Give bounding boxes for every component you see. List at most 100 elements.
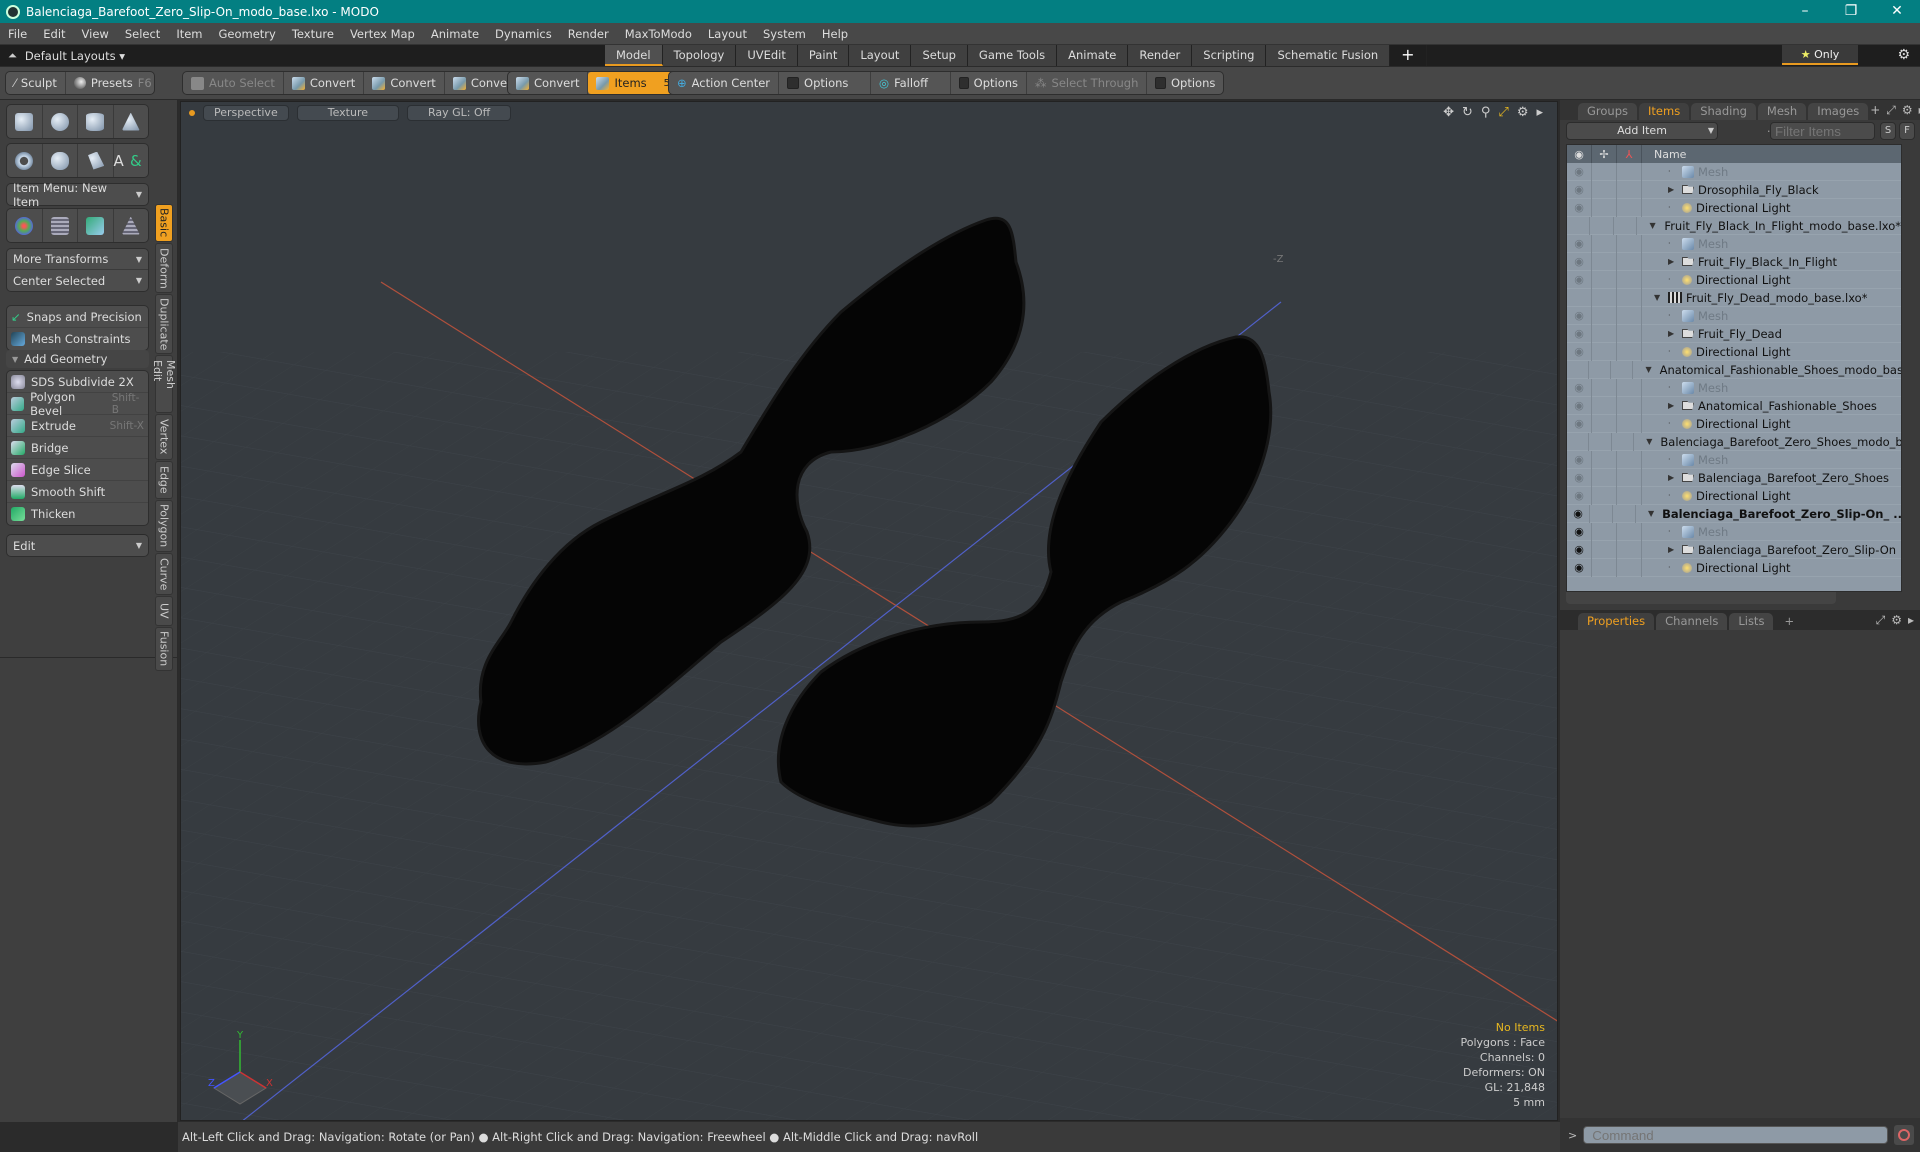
action-center-options-button[interactable]: Options: [779, 72, 872, 94]
bend-button[interactable]: [43, 209, 78, 242]
falloff-options-button[interactable]: Options: [951, 72, 1028, 94]
polygon-bevel-button[interactable]: Polygon Bevel Shift-B: [7, 390, 148, 418]
tab-items[interactable]: Items: [1639, 103, 1690, 120]
add-item-button[interactable]: Add Item: [1566, 122, 1718, 140]
menu-geometry[interactable]: Geometry: [211, 27, 284, 41]
panel-gear-icon[interactable]: ⚙: [1902, 103, 1913, 118]
visibility-eye-icon[interactable]: ◉: [1574, 255, 1584, 268]
visibility-eye-icon[interactable]: ◉: [1574, 201, 1584, 214]
taper-button[interactable]: [114, 209, 149, 242]
falloff-button[interactable]: ◎ Falloff: [871, 72, 952, 94]
vtab-edge[interactable]: Edge: [155, 461, 173, 499]
tree-row[interactable]: ◉ ▶ Fruit_Fly_Black_In_Flight: [1567, 252, 1901, 271]
tree-row[interactable]: ◉ · Mesh: [1567, 234, 1901, 253]
vtab-deform[interactable]: Deform: [155, 243, 173, 293]
texture-cube-button[interactable]: [78, 209, 114, 242]
vtab-uv[interactable]: UV: [155, 596, 173, 626]
menu-animate[interactable]: Animate: [423, 27, 487, 41]
presets-button[interactable]: Presets F6: [66, 72, 160, 94]
tab-render[interactable]: Render: [1128, 45, 1193, 66]
expand-arrow-icon[interactable]: ▶: [1668, 329, 1678, 338]
snaps-precision-button[interactable]: ↙ Snaps and Precision: [7, 306, 148, 328]
menu-help[interactable]: Help: [814, 27, 856, 41]
visibility-eye-icon[interactable]: ◉: [1574, 309, 1584, 322]
tab-shading[interactable]: Shading: [1691, 103, 1756, 120]
tree-row[interactable]: ◉ · Mesh: [1567, 450, 1901, 469]
tree-row[interactable]: ◉ · Directional Light: [1567, 414, 1901, 433]
pan-icon[interactable]: ✥: [1443, 105, 1454, 120]
tab-layout[interactable]: Layout: [849, 45, 912, 66]
menu-view[interactable]: View: [74, 27, 117, 41]
vtab-curve[interactable]: Curve: [155, 553, 173, 595]
expand-arrow-icon[interactable]: ▶: [1668, 257, 1678, 266]
properties-gear-icon[interactable]: ⚙: [1891, 613, 1902, 628]
tree-row[interactable]: ◉ ▶ Drosophila_Fly_Black: [1567, 180, 1901, 199]
tree-row[interactable]: ▼ Fruit_Fly_Dead_modo_base.lxo*: [1567, 288, 1901, 307]
tree-row[interactable]: ◉ ▼ Balenciaga_Barefoot_Zero_Slip-On_ ...: [1567, 504, 1901, 523]
add-item-dropdown-arrow[interactable]: ▼: [1702, 122, 1720, 140]
filter-f-button[interactable]: F: [1899, 122, 1915, 140]
3d-viewport[interactable]: -Z Perspective Texture Ray GL: Off ✥ ↻ ⚲…: [180, 101, 1558, 1121]
vtab-mesh-edit[interactable]: Mesh Edit: [151, 355, 177, 413]
center-selected-dropdown[interactable]: Center Selected ▼: [7, 270, 148, 291]
zoom-icon[interactable]: ⚲: [1481, 105, 1491, 120]
axis-column-icon[interactable]: ⅄: [1617, 145, 1642, 163]
tree-row[interactable]: ▼ Fruit_Fly_Black_In_Flight_modo_base.lxo…: [1567, 216, 1901, 235]
restore-button[interactable]: ❐: [1828, 0, 1874, 23]
tree-row[interactable]: ▼ Balenciaga_Barefoot_Zero_Shoes_modo_b..…: [1567, 432, 1901, 451]
edge-slice-button[interactable]: Edge Slice: [7, 459, 148, 481]
item-menu-dropdown[interactable]: Item Menu: New Item ▼: [7, 181, 148, 209]
default-layouts-dropdown[interactable]: Default Layouts ▾: [25, 49, 125, 63]
vtab-vertex[interactable]: Vertex: [155, 414, 173, 460]
menu-vertex-map[interactable]: Vertex Map: [342, 27, 423, 41]
expand-arrow-icon[interactable]: ▶: [1668, 185, 1678, 194]
menu-texture[interactable]: Texture: [284, 27, 342, 41]
close-button[interactable]: ✕: [1874, 0, 1920, 23]
viewport-status-dot[interactable]: [189, 110, 195, 116]
convert-materials-button[interactable]: Convert: [508, 72, 589, 94]
add-geometry-header[interactable]: ▼ Add Geometry: [6, 350, 149, 368]
properties-menu-arrow-icon[interactable]: ▸: [1908, 613, 1914, 628]
tab-schematic-fusion[interactable]: Schematic Fusion: [1266, 45, 1391, 66]
filter-s-button[interactable]: S: [1880, 122, 1896, 140]
add-tab-icon[interactable]: +: [1870, 103, 1880, 118]
tree-row[interactable]: ◉ · Mesh: [1567, 162, 1901, 181]
visibility-eye-icon[interactable]: ◉: [1574, 345, 1584, 358]
menu-edit[interactable]: Edit: [35, 27, 73, 41]
convert-edges-button[interactable]: Convert: [364, 72, 445, 94]
name-column-header[interactable]: Name: [1642, 145, 1686, 163]
menu-dynamics[interactable]: Dynamics: [487, 27, 560, 41]
visibility-column-icon[interactable]: ◉: [1567, 145, 1592, 163]
tree-row[interactable]: ◉ · Mesh: [1567, 522, 1901, 541]
menu-maxtomodo[interactable]: MaxToModo: [617, 27, 700, 41]
filter-items-input[interactable]: [1770, 122, 1875, 140]
select-through-options-button[interactable]: Options: [1147, 72, 1223, 94]
tab-properties[interactable]: Properties: [1578, 613, 1655, 630]
visibility-eye-icon[interactable]: ◉: [1574, 471, 1584, 484]
edit-dropdown[interactable]: Edit ▼: [7, 535, 148, 556]
expand-arrow-icon[interactable]: ▶: [1668, 473, 1678, 482]
vtab-fusion[interactable]: Fusion: [155, 627, 173, 671]
minimize-button[interactable]: –: [1782, 0, 1828, 23]
sculpt-button[interactable]: ⁄ Sculpt: [6, 72, 66, 94]
tree-row[interactable]: ◉ · Directional Light: [1567, 198, 1901, 217]
bridge-button[interactable]: Bridge: [7, 437, 148, 459]
tab-mesh[interactable]: Mesh ...: [1757, 103, 1807, 135]
tab-groups[interactable]: Groups: [1578, 103, 1638, 120]
tab-animate[interactable]: Animate: [1057, 45, 1129, 66]
sphere-primitive-button[interactable]: [43, 105, 78, 138]
tree-row[interactable]: ◉ · Directional Light: [1567, 270, 1901, 289]
tab-model[interactable]: Model: [605, 45, 663, 66]
transform-button[interactable]: [7, 209, 43, 242]
tree-row[interactable]: ◉ ▶ Anatomical_Fashionable_Shoes: [1567, 396, 1901, 415]
visibility-eye-icon[interactable]: ◉: [1574, 543, 1584, 556]
cylinder-primitive-button[interactable]: [78, 105, 114, 138]
tree-row[interactable]: ◉ ▶ Balenciaga_Barefoot_Zero_Shoes: [1567, 468, 1901, 487]
expand-icon[interactable]: ⤢: [1886, 103, 1896, 118]
visibility-eye-icon[interactable]: ◉: [1574, 489, 1584, 502]
cube-primitive-button[interactable]: [7, 105, 43, 138]
visibility-eye-icon[interactable]: ◉: [1574, 561, 1584, 574]
tab-setup[interactable]: Setup: [911, 45, 968, 66]
visibility-eye-icon[interactable]: ◉: [1574, 525, 1584, 538]
command-input[interactable]: [1583, 1126, 1889, 1144]
